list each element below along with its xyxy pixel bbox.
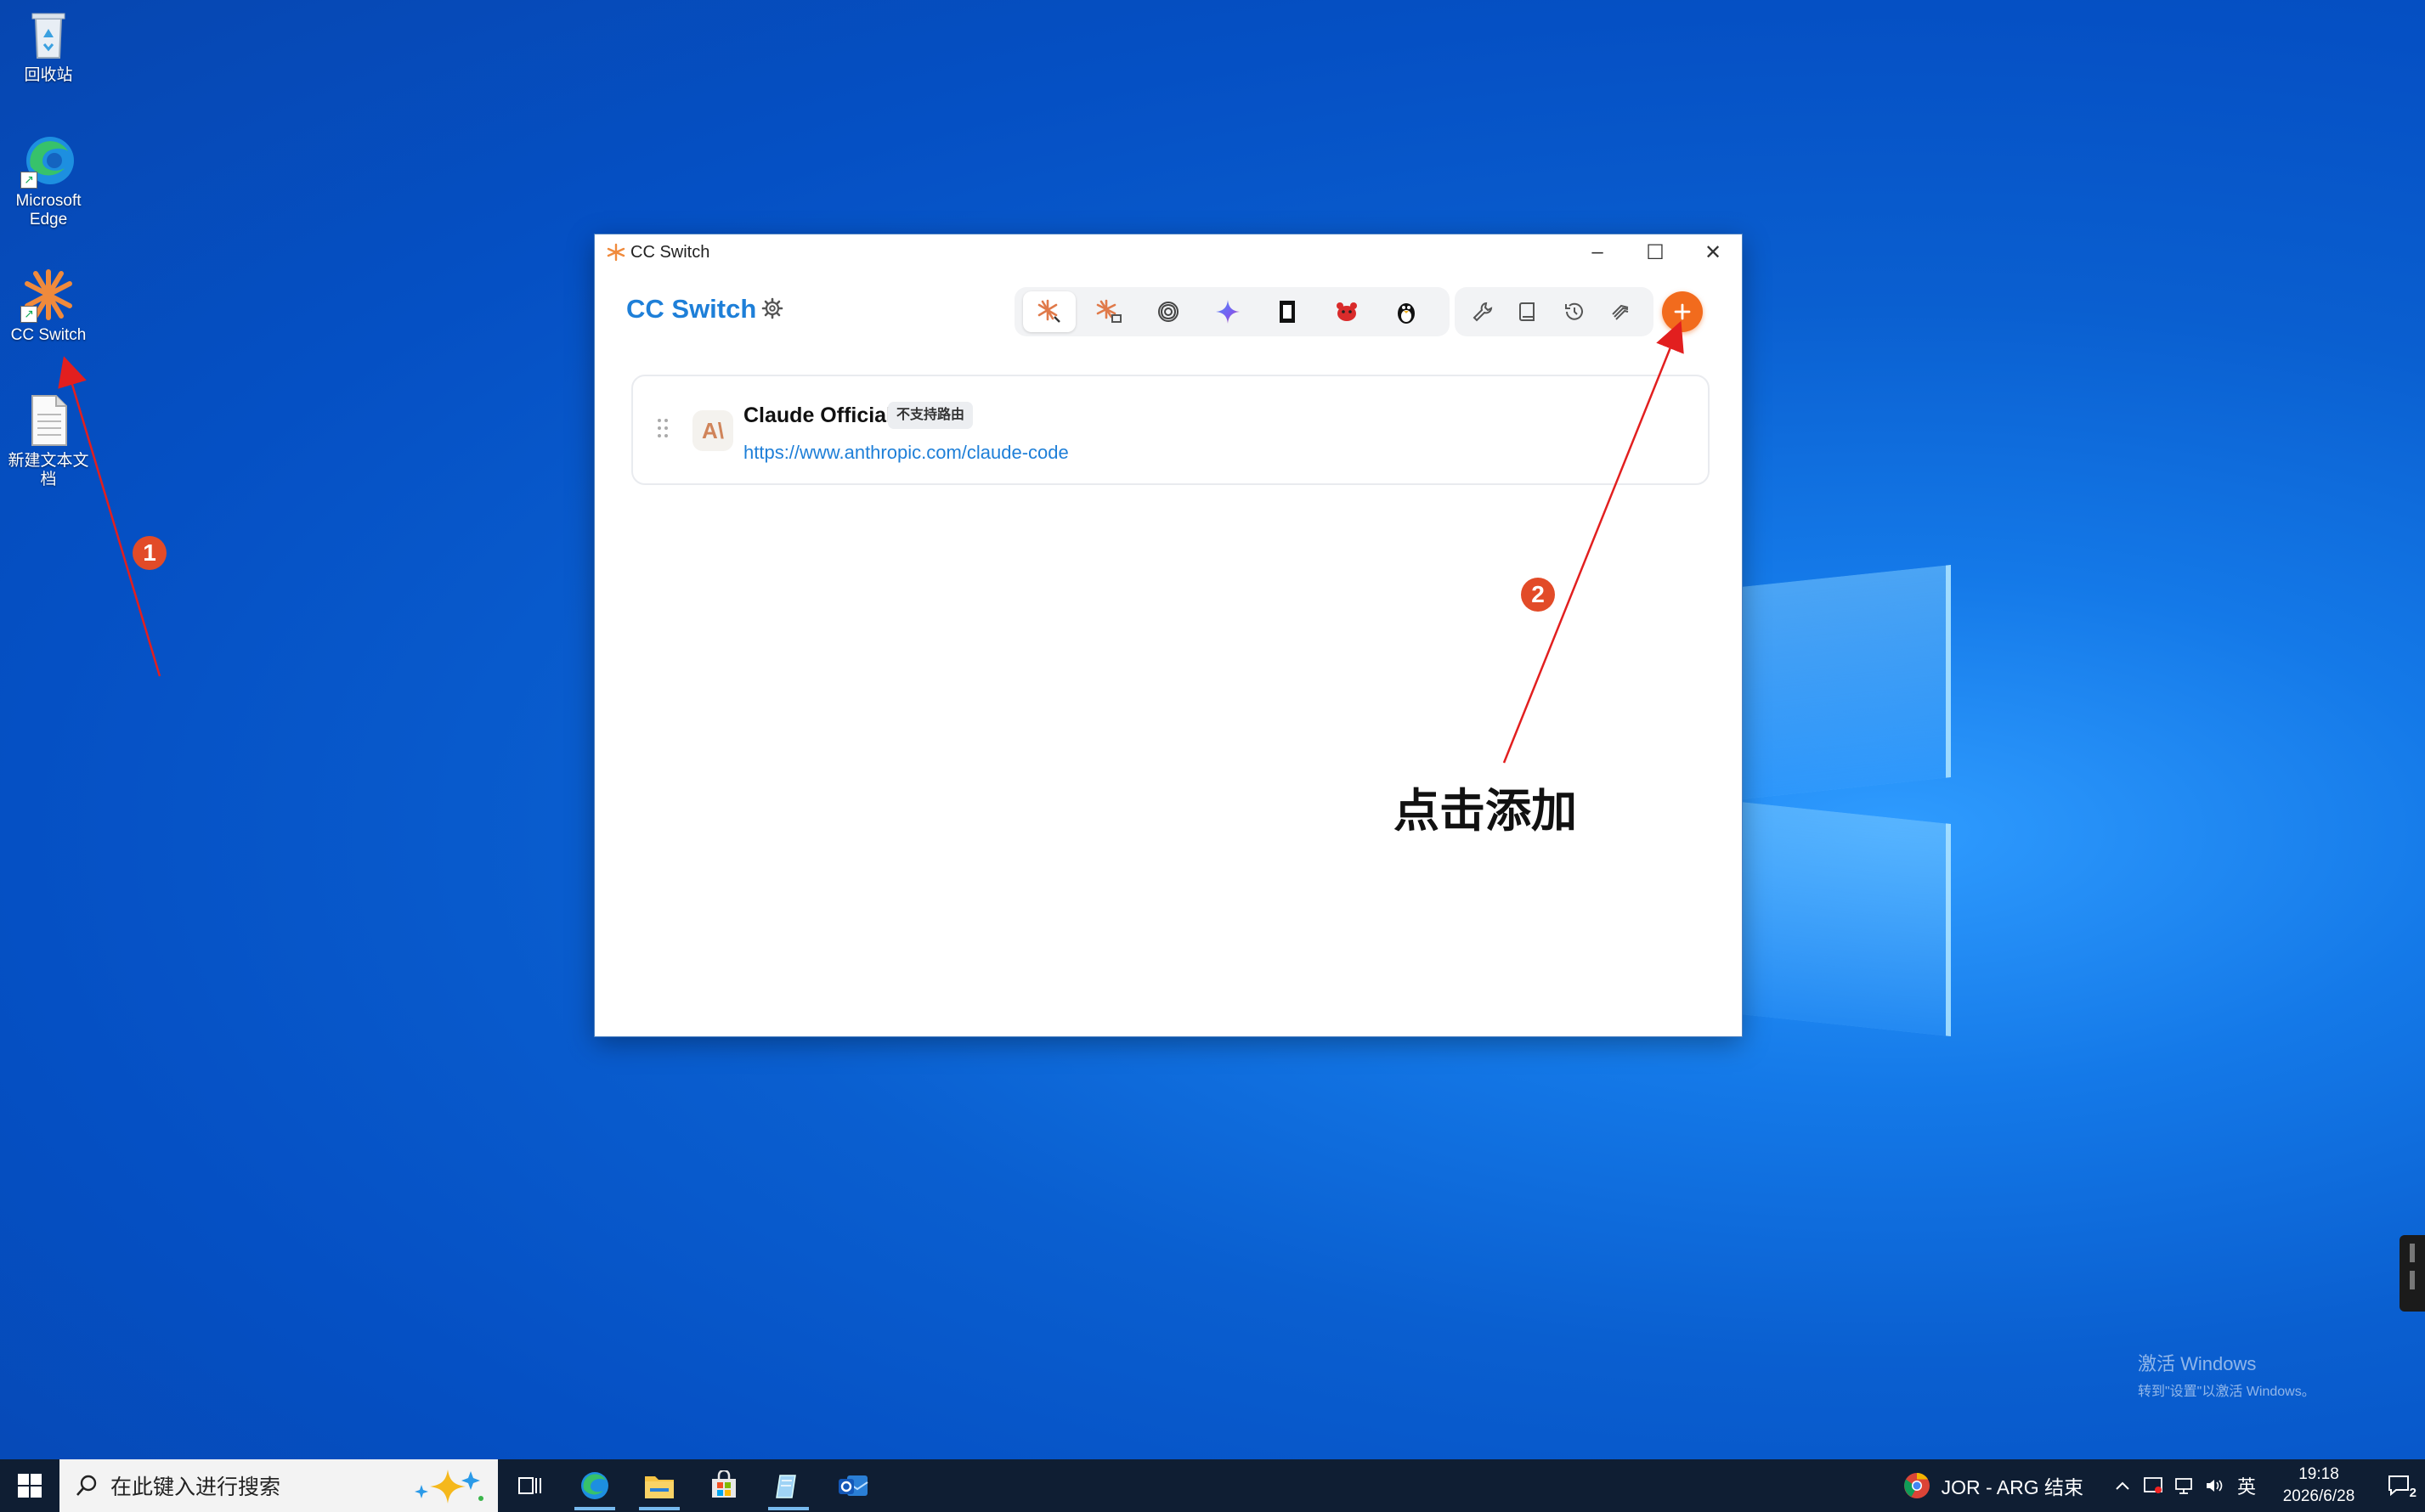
edge-icon — [581, 1472, 608, 1499]
watermark-line2: 转到"设置"以激活 Windows。 — [2138, 1385, 2315, 1399]
step-marker-1: 1 — [133, 536, 167, 570]
task-view-icon — [518, 1477, 541, 1494]
search-highlight-sparkle-icon — [415, 1470, 483, 1504]
taskbar-outlook[interactable] — [821, 1459, 885, 1512]
taskbar-clock[interactable]: 19:18 2026/6/28 — [2272, 1464, 2366, 1508]
edge-side-widget[interactable] — [2400, 1235, 2425, 1312]
news-widget[interactable]: JOR - ARG 结束 — [1902, 1471, 2083, 1500]
step-marker-2: 2 — [1521, 578, 1555, 612]
network-icon[interactable] — [2168, 1476, 2199, 1495]
start-button[interactable] — [0, 1459, 59, 1512]
store-icon — [712, 1470, 736, 1498]
folder-icon — [645, 1476, 674, 1498]
clock-time: 19:18 — [2298, 1465, 2339, 1483]
search-placeholder: 在此键入进行搜索 — [110, 1475, 281, 1499]
notepad-icon — [776, 1475, 796, 1498]
taskbar: 在此键入进行搜索 JOR - ARG 结束 英 19:18 2026/6/28 … — [0, 1459, 2425, 1512]
annotation-arrows — [58, 320, 1684, 764]
arrow-to-cc-switch-icon — [58, 356, 161, 677]
windows-start-icon — [18, 1474, 42, 1498]
tray-overflow-chevron-icon[interactable] — [2107, 1481, 2138, 1491]
activation-watermark: 激活 Windows 转到"设置"以激活 Windows。 — [2138, 1349, 2315, 1400]
system-tray: JOR - ARG 结束 英 19:18 2026/6/28 2 — [1902, 1459, 2425, 1512]
clock-date: 2026/6/28 — [2282, 1487, 2355, 1505]
taskbar-edge[interactable] — [562, 1459, 627, 1512]
ime-indicator[interactable]: 英 — [2230, 1472, 2264, 1499]
chrome-style-news-icon — [1903, 1473, 1930, 1498]
taskbar-notepad[interactable] — [756, 1459, 821, 1512]
taskbar-file-explorer[interactable] — [627, 1459, 692, 1512]
arrow-to-add-button — [1502, 320, 1684, 764]
watermark-line1: 激活 Windows — [2138, 1353, 2257, 1374]
taskbar-store[interactable] — [692, 1459, 756, 1512]
notification-center-button[interactable]: 2 — [2374, 1474, 2425, 1500]
search-icon — [76, 1475, 97, 1496]
news-text: JOR - ARG 结束 — [1941, 1476, 2083, 1498]
task-view-button[interactable] — [498, 1459, 562, 1512]
volume-icon[interactable] — [2199, 1476, 2230, 1495]
notification-icon — [2388, 1475, 2409, 1497]
tray-app-icon[interactable] — [2138, 1476, 2168, 1495]
taskbar-search[interactable]: 在此键入进行搜索 — [59, 1459, 498, 1512]
annotation-label: 点击添加 — [1393, 783, 1577, 838]
outlook-icon — [839, 1475, 868, 1496]
notification-count: 2 — [2409, 1486, 2417, 1500]
